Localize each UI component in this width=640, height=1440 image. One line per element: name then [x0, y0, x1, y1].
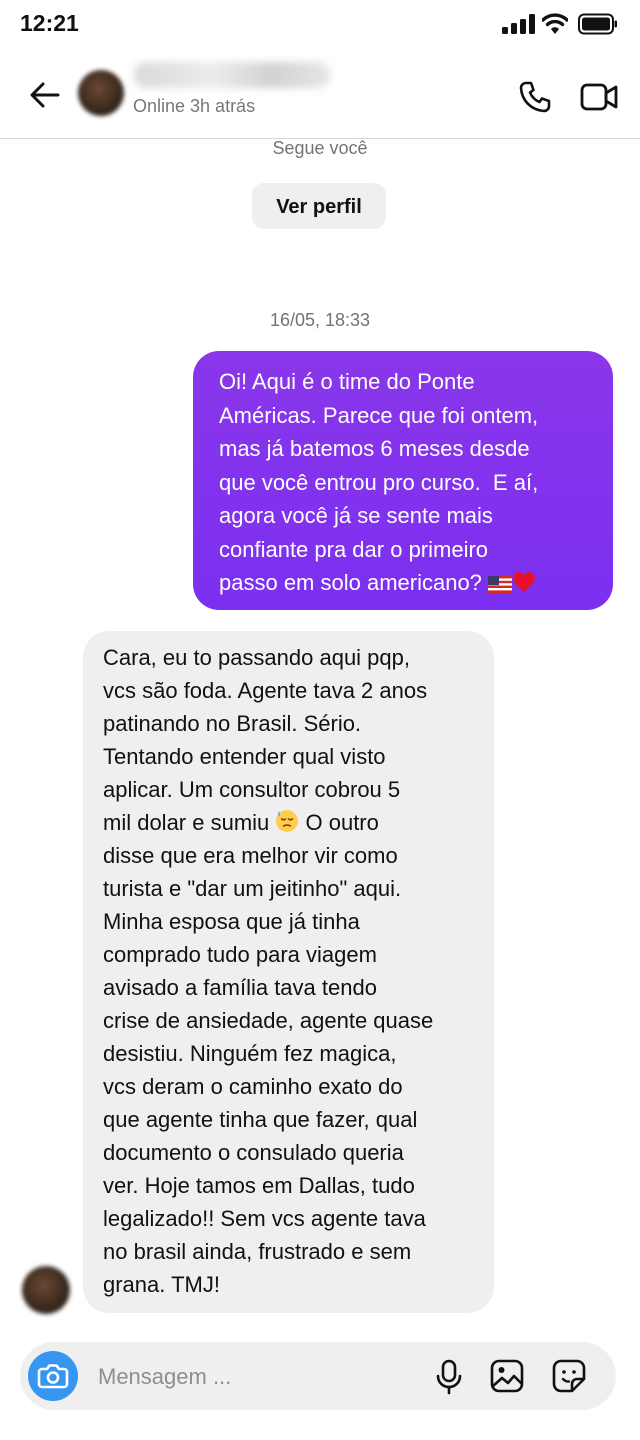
- message-line: ver. Hoje tamos em Dallas, tudo: [103, 1173, 415, 1198]
- red-heart-emoji: [513, 572, 536, 592]
- message-composer: [20, 1342, 616, 1410]
- message-line: passo em solo americano?: [219, 570, 489, 595]
- outgoing-message-bubble[interactable]: Oi! Aqui é o time do Ponte Américas. Par…: [193, 351, 613, 610]
- message-line: legalizado!! Sem vcs agente tava: [103, 1206, 426, 1231]
- sticker-icon[interactable]: [552, 1359, 586, 1393]
- view-profile-button[interactable]: Ver perfil: [252, 183, 386, 229]
- message-line: que você entrou pro curso. E aí,: [219, 469, 539, 495]
- battery-icon: [578, 13, 617, 35]
- status-time: 12:21: [20, 10, 79, 36]
- wifi-icon: [542, 13, 568, 34]
- chat-header: Online 3h atrás: [0, 50, 640, 139]
- sender-avatar[interactable]: [22, 1266, 70, 1314]
- message-line: comprado tudo para viagem: [103, 942, 377, 967]
- message-line: mas já batemos 6 meses desde: [219, 436, 530, 461]
- message-line-last: passo em solo americano?: [219, 566, 593, 600]
- message-line: mil dolar e sumiu: [103, 810, 276, 835]
- contact-avatar[interactable]: [78, 70, 124, 116]
- phone-icon[interactable]: [518, 80, 552, 114]
- message-line: Minha esposa que já tinha: [103, 909, 360, 934]
- message-line: grana. TMJ!: [103, 1272, 220, 1297]
- message-line: Oi! Aqui é o time do Ponte: [219, 369, 475, 394]
- camera-button[interactable]: [28, 1351, 78, 1401]
- incoming-message-bubble[interactable]: Cara, eu to passando aqui pqp, vcs são f…: [83, 631, 494, 1313]
- signal-icon: [502, 14, 535, 34]
- message-line: documento o consulado queria: [103, 1140, 404, 1165]
- follows-you-label: Segue você: [272, 138, 368, 158]
- message-line: aplicar. Um consultor cobrou 5: [103, 777, 401, 802]
- status-bar: 12:21: [0, 0, 640, 50]
- contact-online-status: Online 3h atrás: [133, 96, 256, 116]
- message-line: avisado a família tava tendo: [103, 975, 377, 1000]
- message-timestamp: 16/05, 18:33: [269, 310, 371, 330]
- gallery-icon[interactable]: [490, 1359, 524, 1393]
- message-line: desistiu. Ninguém fez magica,: [103, 1041, 397, 1066]
- message-line: patinando no Brasil. Sério.: [103, 711, 362, 736]
- message-line: que agente tinha que fazer, qual: [103, 1107, 418, 1132]
- message-line: vcs são foda. Agente tava 2 anos: [103, 678, 428, 703]
- message-line: agora você já se sente mais: [219, 503, 493, 528]
- message-line-tail: O outro: [299, 810, 379, 835]
- message-input[interactable]: [96, 1358, 430, 1396]
- message-line: Cara, eu to passando aqui pqp,: [103, 645, 411, 670]
- message-line: Américas. Parece que foi ontem,: [219, 402, 539, 428]
- contact-name-blurred[interactable]: [134, 62, 330, 88]
- back-arrow-icon[interactable]: [28, 78, 62, 112]
- message-line: Tentando entender qual visto: [103, 744, 386, 769]
- microphone-icon[interactable]: [434, 1359, 464, 1395]
- message-line: vcs deram o caminho exato do: [103, 1074, 403, 1099]
- message-line-with-emoji: mil dolar e sumiu O outro: [103, 806, 476, 839]
- camera-icon: [37, 1364, 69, 1389]
- video-camera-icon[interactable]: [580, 80, 618, 114]
- us-flag-emoji: [488, 576, 513, 593]
- message-line: confiante pra dar o primeiro: [219, 536, 489, 562]
- message-line: no brasil ainda, frustrado e sem: [103, 1239, 412, 1264]
- message-line: turista e "dar um jeitinho" aqui.: [103, 876, 402, 901]
- downcast-sweat-emoji: [276, 810, 299, 832]
- message-line: disse que era melhor vir como: [103, 843, 398, 868]
- message-line: crise de ansiedade, agente quase: [103, 1008, 434, 1033]
